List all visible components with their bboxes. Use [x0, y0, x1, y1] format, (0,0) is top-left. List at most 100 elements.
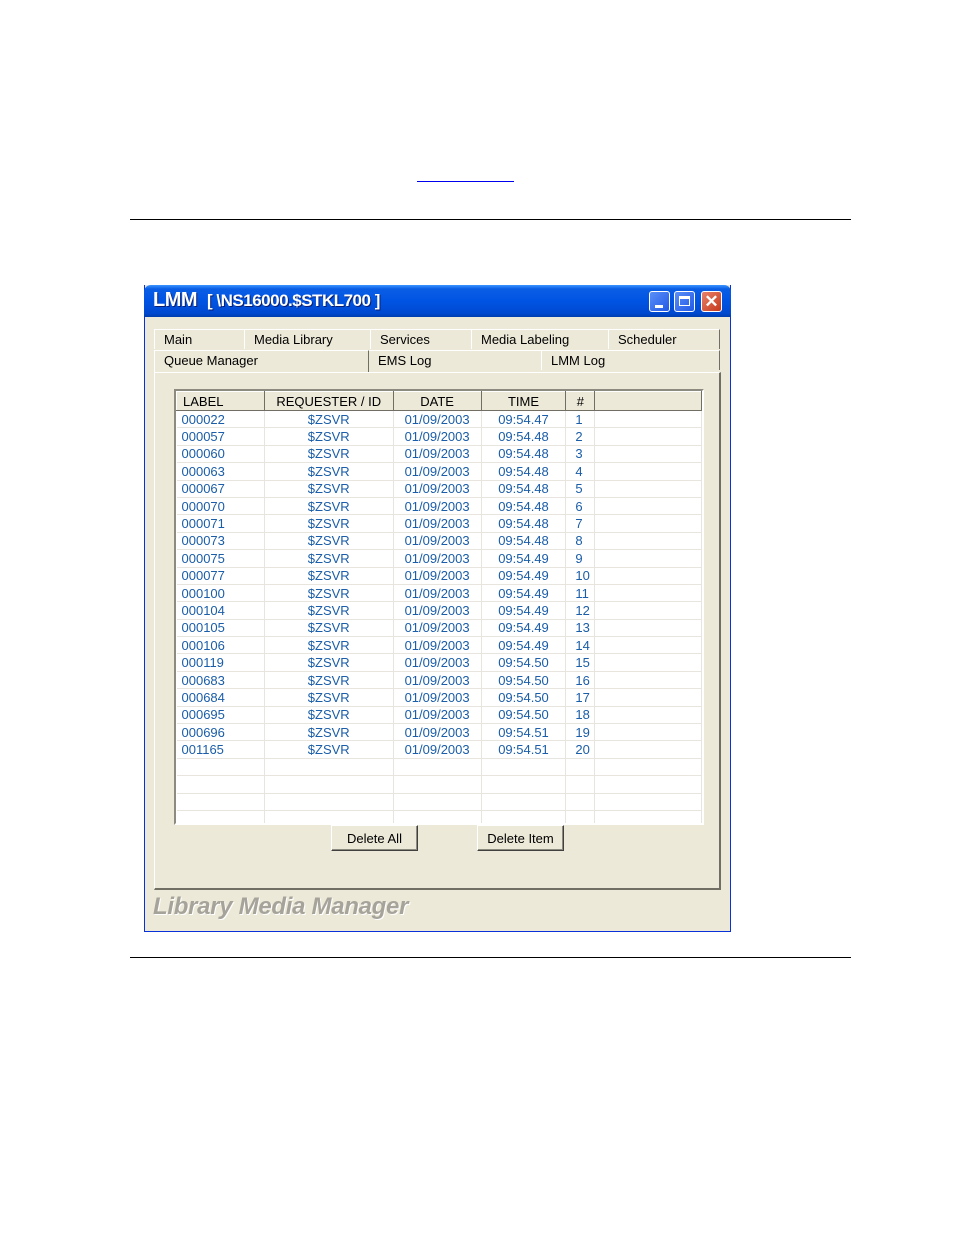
cell-label: 000077: [176, 567, 265, 585]
table-row[interactable]: 000695 $ZSVR 01/09/2003 09:54.50 18: [176, 706, 702, 725]
table-row[interactable]: 000075 $ZSVR 01/09/2003 09:54.49 9: [176, 549, 702, 568]
cell-requester: $ZSVR: [264, 619, 394, 638]
table-row[interactable]: 000106 $ZSVR 01/09/2003 09:54.49 14: [176, 636, 702, 655]
delete-item-button[interactable]: Delete Item: [477, 825, 564, 851]
cell-date: 01/09/2003: [393, 601, 482, 620]
cell-label: 000695: [176, 706, 265, 725]
tab-media-labeling[interactable]: Media Labeling: [471, 329, 609, 349]
cell-filler: [594, 532, 702, 551]
cell-label: 001165: [176, 740, 265, 759]
cell-requester: $ZSVR: [264, 514, 394, 533]
cell-number: 11: [565, 584, 596, 603]
empty-cell: [264, 793, 394, 811]
column-header-requester[interactable]: REQUESTER / ID: [263, 391, 394, 411]
table-row[interactable]: 000119 $ZSVR 01/09/2003 09:54.50 15: [176, 653, 702, 672]
cell-filler: [594, 671, 702, 690]
close-icon[interactable]: ✕: [701, 291, 722, 312]
cell-requester: $ZSVR: [264, 671, 394, 690]
table-row[interactable]: 000057 $ZSVR 01/09/2003 09:54.48 2: [176, 427, 702, 446]
document-link[interactable]: [417, 166, 514, 182]
cell-date: 01/09/2003: [393, 723, 482, 742]
tab-media-library[interactable]: Media Library: [244, 329, 372, 349]
cell-label: 000684: [176, 688, 265, 707]
empty-cell: [565, 793, 596, 811]
table-row[interactable]: 000696 $ZSVR 01/09/2003 09:54.51 19: [176, 723, 702, 742]
cell-date: 01/09/2003: [393, 410, 482, 429]
cell-date: 01/09/2003: [393, 671, 482, 690]
table-row[interactable]: 000077 $ZSVR 01/09/2003 09:54.49 10: [176, 567, 702, 585]
table-row[interactable]: 000100 $ZSVR 01/09/2003 09:54.49 11: [176, 584, 702, 603]
cell-date: 01/09/2003: [393, 706, 482, 725]
empty-cell: [176, 793, 265, 811]
table-row[interactable]: 000683 $ZSVR 01/09/2003 09:54.50 16: [176, 671, 702, 690]
tab-scheduler[interactable]: Scheduler: [608, 329, 720, 349]
empty-cell: [481, 810, 567, 823]
cell-time: 09:54.48: [481, 497, 567, 516]
cell-time: 09:54.48: [481, 532, 567, 551]
cell-time: 09:54.48: [481, 514, 567, 533]
empty-cell: [393, 793, 482, 811]
cell-requester: $ZSVR: [264, 427, 394, 446]
cell-number: 2: [565, 427, 596, 446]
table-row[interactable]: 000684 $ZSVR 01/09/2003 09:54.50 17: [176, 688, 702, 707]
tab-lmm-log[interactable]: LMM Log: [541, 350, 720, 370]
cell-date: 01/09/2003: [393, 427, 482, 446]
cell-requester: $ZSVR: [264, 462, 394, 481]
cell-filler: [594, 619, 702, 638]
cell-time: 09:54.48: [481, 427, 567, 446]
table-row[interactable]: 000067 $ZSVR 01/09/2003 09:54.48 5: [176, 480, 702, 498]
cell-requester: $ZSVR: [264, 584, 394, 603]
cell-date: 01/09/2003: [393, 445, 482, 464]
cell-date: 01/09/2003: [393, 636, 482, 655]
cell-time: 09:54.48: [481, 480, 567, 498]
empty-cell: [565, 775, 596, 794]
table-row[interactable]: 000022 $ZSVR 01/09/2003 09:54.47 1: [176, 410, 702, 429]
cell-time: 09:54.49: [481, 636, 567, 655]
lmm-window: LMM [ \NS16000.$STKL700 ] ✕ Main Media Li…: [144, 285, 731, 932]
delete-all-button[interactable]: Delete All: [331, 825, 418, 851]
tab-main[interactable]: Main: [154, 329, 245, 349]
column-header-time[interactable]: TIME: [480, 391, 567, 411]
table-row[interactable]: 000060 $ZSVR 01/09/2003 09:54.48 3: [176, 445, 702, 464]
cell-date: 01/09/2003: [393, 497, 482, 516]
cell-requester: $ZSVR: [264, 410, 394, 429]
cell-date: 01/09/2003: [393, 653, 482, 672]
empty-cell: [264, 758, 394, 777]
cell-filler: [594, 480, 702, 498]
cell-label: 000119: [176, 653, 265, 672]
empty-row: [176, 793, 702, 811]
cell-date: 01/09/2003: [393, 462, 482, 481]
table-row[interactable]: 000071 $ZSVR 01/09/2003 09:54.48 7: [176, 514, 702, 533]
cell-number: 18: [565, 706, 596, 725]
table-row[interactable]: 000104 $ZSVR 01/09/2003 09:54.49 12: [176, 601, 702, 620]
empty-cell: [393, 810, 482, 823]
cell-filler: [594, 427, 702, 446]
column-header-number[interactable]: #: [565, 391, 596, 411]
empty-row: [176, 810, 702, 823]
tab-services[interactable]: Services: [370, 329, 472, 349]
table-row[interactable]: 000105 $ZSVR 01/09/2003 09:54.49 13: [176, 619, 702, 638]
maximize-icon[interactable]: [674, 291, 695, 312]
cell-number: 12: [565, 601, 596, 620]
title-bar[interactable]: LMM [ \NS16000.$STKL700 ] ✕: [144, 285, 731, 317]
column-header-date[interactable]: DATE: [392, 391, 482, 411]
cell-filler: [594, 653, 702, 672]
cell-time: 09:54.47: [481, 410, 567, 429]
cell-requester: $ZSVR: [264, 445, 394, 464]
top-divider: [130, 219, 851, 220]
column-header-label[interactable]: LABEL: [176, 391, 265, 411]
cell-time: 09:54.48: [481, 462, 567, 481]
cell-time: 09:54.51: [481, 723, 567, 742]
table-row[interactable]: 000070 $ZSVR 01/09/2003 09:54.48 6: [176, 497, 702, 516]
cell-filler: [594, 740, 702, 759]
tab-ems-log[interactable]: EMS Log: [368, 350, 543, 370]
cell-filler: [594, 514, 702, 533]
queue-table[interactable]: LABEL REQUESTER / ID DATE TIME # 000022 $…: [174, 389, 704, 825]
table-row[interactable]: 000073 $ZSVR 01/09/2003 09:54.48 8: [176, 532, 702, 551]
cell-number: 10: [565, 567, 596, 585]
table-row[interactable]: 000063 $ZSVR 01/09/2003 09:54.48 4: [176, 462, 702, 481]
table-row[interactable]: 001165 $ZSVR 01/09/2003 09:54.51 20: [176, 740, 702, 759]
tab-queue-manager[interactable]: Queue Manager: [154, 350, 369, 372]
cell-label: 000104: [176, 601, 265, 620]
minimize-icon[interactable]: [649, 291, 670, 312]
